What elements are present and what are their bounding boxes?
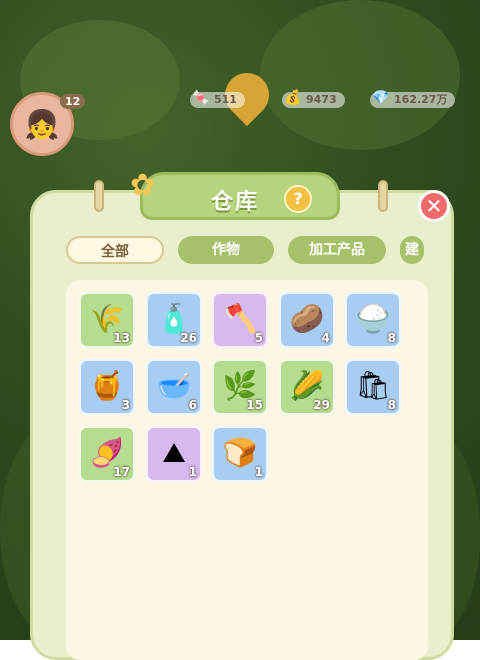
panel-post-right — [378, 180, 388, 212]
item-slot-flour-sack[interactable]: 🛍 8 — [345, 359, 401, 415]
tab-building[interactable]: 建 — [400, 236, 424, 264]
tab-all[interactable]: 全部 — [66, 236, 164, 264]
item-count: 1 — [188, 465, 197, 479]
close-button[interactable]: ✕ — [418, 190, 450, 222]
item-slot-honey-jar[interactable]: 🍯 3 — [79, 359, 135, 415]
item-count: 5 — [254, 331, 263, 345]
item-slot-radish[interactable]: 🍠 17 — [79, 426, 135, 482]
item-slot-corn[interactable]: 🌽 29 — [279, 359, 335, 415]
item-count: 1 — [254, 465, 263, 479]
item-count: 13 — [113, 331, 130, 345]
item-slot-bread[interactable]: 🍞 1 — [212, 426, 268, 482]
item-count: 8 — [387, 331, 396, 345]
resource-counter-1: 🍬 511 — [190, 90, 245, 108]
panel-title: 仓库 — [210, 190, 259, 215]
item-slot-potato[interactable]: 🥔 4 — [279, 292, 335, 348]
item-count: 26 — [180, 331, 197, 345]
item-count: 8 — [387, 398, 396, 412]
resource-counter-2: 💰 9473 — [282, 90, 345, 108]
item-slot-axe[interactable]: 🪓 5 — [212, 292, 268, 348]
panel-post-left — [94, 180, 104, 212]
tab-processed[interactable]: 加工产品 — [288, 236, 386, 264]
coin-bag-icon: 💰 — [284, 90, 302, 106]
item-count: 6 — [188, 398, 197, 412]
flower-icon: ✿ — [130, 168, 156, 203]
item-count: 29 — [313, 398, 330, 412]
item-count: 3 — [121, 398, 130, 412]
item-count: 15 — [246, 398, 263, 412]
item-slot-herb[interactable]: 🌿 15 — [212, 359, 268, 415]
heart-coin-icon: 🍬 — [192, 90, 210, 106]
player-level: 12 — [60, 94, 86, 109]
item-slot-wheat[interactable]: 🌾 13 — [79, 292, 135, 348]
item-slot-cornmeal[interactable]: ⛰ 1 — [146, 426, 202, 482]
item-count: 4 — [321, 331, 330, 345]
tab-crops[interactable]: 作物 — [178, 236, 274, 264]
item-slot-seed-bag[interactable]: 🧴 26 — [146, 292, 202, 348]
gem-icon: 💎 — [372, 90, 390, 106]
item-count: 17 — [113, 465, 130, 479]
item-slot-sugar-jar[interactable]: 🍚 8 — [345, 292, 401, 348]
item-slot-green-bowl[interactable]: 🥣 6 — [146, 359, 202, 415]
avatar-face-icon: 👧 — [24, 107, 60, 141]
resource-counter-3: 💎 162.27万 — [370, 90, 456, 108]
help-button[interactable]: ? — [284, 185, 312, 213]
